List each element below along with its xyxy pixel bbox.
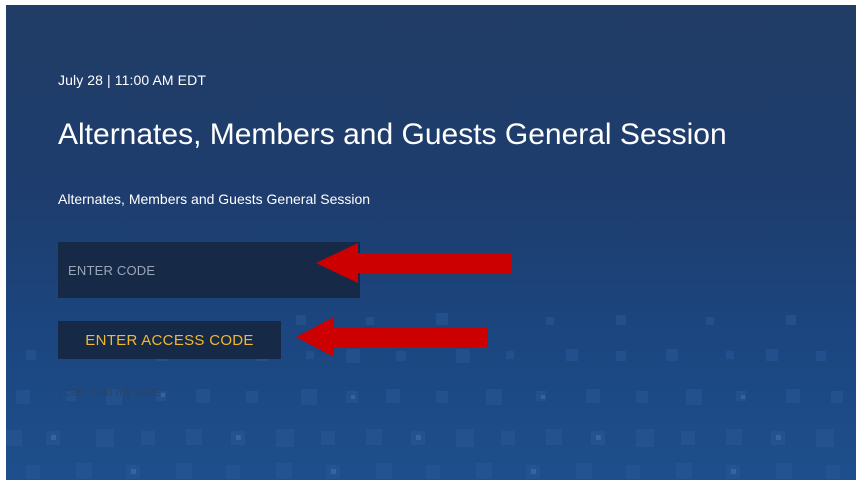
session-subtitle: Alternates, Members and Guests General S…	[58, 191, 371, 207]
annotation-arrow-access-button	[296, 317, 488, 357]
session-title: Alternates, Members and Guests General S…	[58, 118, 727, 151]
session-datetime: July 28 | 11:00 AM EDT	[58, 72, 206, 88]
cant-find-code-link[interactable]: I can't find my code	[58, 385, 161, 399]
session-page: July 28 | 11:00 AM EDT Alternates, Membe…	[6, 5, 856, 480]
enter-access-code-button[interactable]: ENTER ACCESS CODE	[58, 321, 281, 359]
annotation-arrow-code-input	[316, 243, 512, 283]
code-input[interactable]	[58, 242, 360, 298]
